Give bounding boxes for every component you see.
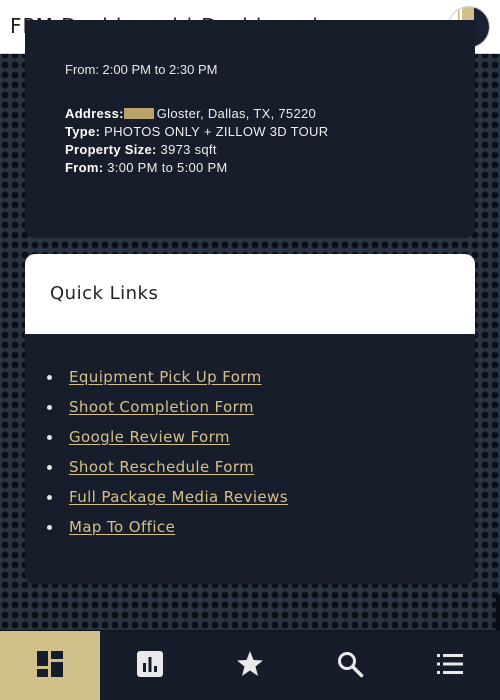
appointment-time-row: From: 3:00 PM to 5:00 PM xyxy=(65,160,328,178)
bullet-icon xyxy=(47,495,52,500)
list-item: Equipment Pick Up Form xyxy=(47,367,288,397)
map-to-office-link[interactable]: Map To Office xyxy=(69,518,175,536)
search-icon xyxy=(338,652,364,678)
address-value: Gloster, Dallas, TX, 75220 xyxy=(156,106,317,121)
property-size-label: Property Size: xyxy=(65,142,157,157)
list-item: Shoot Reschedule Form xyxy=(47,457,288,487)
dashboard-icon xyxy=(37,651,63,677)
bullet-icon xyxy=(47,405,52,410)
appointment-details: Address: Gloster, Dallas, TX, 75220 Type:… xyxy=(65,106,328,178)
appointment-address-row: Address: Gloster, Dallas, TX, 75220 xyxy=(65,106,328,124)
nav-menu[interactable] xyxy=(400,631,500,700)
quick-links-title: Quick Links xyxy=(50,283,159,304)
appointment-time-partial: From: 2:00 PM to 2:30 PM xyxy=(65,62,218,77)
star-icon xyxy=(237,651,263,676)
shoot-completion-form-link[interactable]: Shoot Completion Form xyxy=(69,398,254,416)
list-item: Map To Office xyxy=(47,517,288,547)
address-label: Address: xyxy=(65,106,124,121)
bottom-navigation xyxy=(0,630,500,700)
redacted-block xyxy=(123,108,154,119)
bullet-icon xyxy=(47,435,52,440)
list-item: Shoot Completion Form xyxy=(47,397,288,427)
bullet-icon xyxy=(47,465,52,470)
nav-search[interactable] xyxy=(300,631,400,700)
appointment-type-row: Type: PHOTOS ONLY + ZILLOW 3D TOUR xyxy=(65,124,328,142)
list-item: Google Review Form xyxy=(47,427,288,457)
scrollbar[interactable] xyxy=(496,54,500,674)
list-item: Full Package Media Reviews xyxy=(47,487,288,517)
bullet-icon xyxy=(47,375,52,380)
property-size-value: 3973 sqft xyxy=(160,142,217,157)
list-icon xyxy=(437,654,463,674)
nav-dashboard[interactable] xyxy=(0,631,100,700)
nav-favorites[interactable] xyxy=(200,631,300,700)
quick-links-header: Quick Links xyxy=(25,254,475,334)
quick-links-card: Quick Links Equipment Pick Up Form Shoot… xyxy=(25,254,475,584)
appointments-card: From: 2:00 PM to 2:30 PM Address: Gloster… xyxy=(25,20,475,238)
time-label: From: xyxy=(65,160,104,175)
nav-stats[interactable] xyxy=(100,631,200,700)
full-package-media-reviews-link[interactable]: Full Package Media Reviews xyxy=(69,488,288,506)
quick-links-list: Equipment Pick Up Form Shoot Completion … xyxy=(47,367,288,547)
time-value: 3:00 PM to 5:00 PM xyxy=(107,160,228,175)
bullet-icon xyxy=(47,525,52,530)
bar-chart-icon xyxy=(137,651,163,677)
type-value: PHOTOS ONLY + ZILLOW 3D TOUR xyxy=(104,124,329,139)
equipment-pick-up-form-link[interactable]: Equipment Pick Up Form xyxy=(69,368,262,386)
type-label: Type: xyxy=(65,124,101,139)
shoot-reschedule-form-link[interactable]: Shoot Reschedule Form xyxy=(69,458,254,476)
appointment-size-row: Property Size: 3973 sqft xyxy=(65,142,328,160)
google-review-form-link[interactable]: Google Review Form xyxy=(69,428,230,446)
